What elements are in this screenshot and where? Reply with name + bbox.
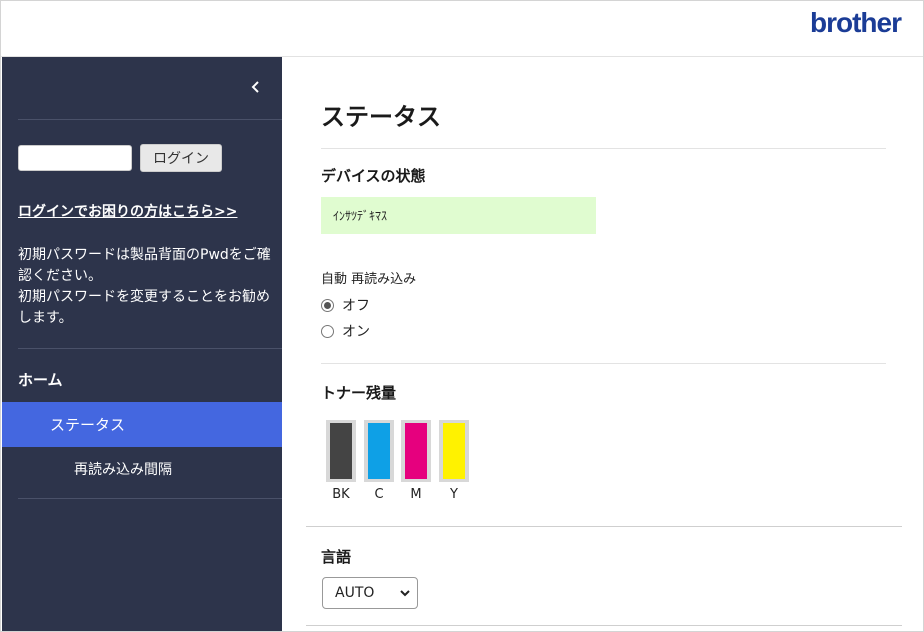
chevron-down-icon [400, 590, 410, 597]
sidebar-item-label: ステータス [50, 416, 126, 434]
radio-label: オン [342, 324, 370, 340]
sidebar: ログイン ログインでお困りの方はこちら>> 初期パスワードは製品背面のPwdをご… [2, 57, 282, 631]
chevron-left-icon [251, 81, 259, 93]
section-divider [321, 148, 886, 149]
sidebar-item-status[interactable]: ステータス [2, 402, 282, 447]
toner-heading: トナー残量 [321, 384, 397, 402]
language-heading: 言語 [321, 548, 352, 566]
auto-reload-off-radio[interactable]: オフ [321, 295, 370, 315]
radio-button-checked[interactable] [321, 298, 334, 312]
sidebar-item-reload-interval[interactable]: 再読み込み間隔 [74, 459, 172, 479]
sidebar-divider [18, 348, 282, 349]
sidebar-item-home[interactable]: ホーム [18, 369, 63, 390]
collapse-sidebar-button[interactable] [244, 75, 268, 99]
toner-bar-bk [326, 420, 356, 482]
toner-label-y: Y [450, 487, 458, 502]
sidebar-divider [18, 119, 282, 120]
notice-line-1: 初期パスワードは製品背面のPwdをご確認ください。 [18, 247, 271, 284]
login-button[interactable]: ログイン [140, 144, 222, 172]
toner-ink-c [368, 423, 390, 479]
brother-logo[interactable]: brother [810, 7, 902, 39]
language-selected-value: AUTO [335, 585, 375, 601]
login-help-link[interactable]: ログインでお困りの方はこちら>> [18, 201, 237, 221]
password-notice: 初期パスワードは製品背面のPwdをご確認ください。 初期パスワードを変更すること… [18, 245, 276, 329]
top-header: brother [1, 1, 923, 57]
page-title: ステータス [321, 103, 441, 131]
section-divider [321, 363, 886, 364]
notice-line-2: 初期パスワードを変更することをお勧めします。 [18, 289, 270, 326]
toner-label-m: M [410, 487, 422, 502]
language-select[interactable]: AUTO [322, 577, 418, 609]
radio-button[interactable] [321, 324, 334, 338]
toner-ink-bk [330, 423, 352, 479]
auto-reload-on-radio[interactable]: オン [321, 321, 370, 341]
toner-bar-c [364, 420, 394, 482]
toner-bar-m [401, 420, 431, 482]
toner-label-bk: BK [332, 487, 350, 502]
main-content: ステータス デバイスの状態 ｲﾝｻﾂﾃﾞｷﾏｽ 自動 再読み込み オフ オン ト… [282, 57, 923, 631]
section-divider [306, 625, 902, 626]
device-status-heading: デバイスの状態 [321, 167, 426, 185]
password-input[interactable] [18, 145, 132, 171]
sidebar-divider [18, 498, 282, 499]
toner-label-c: C [374, 487, 384, 502]
auto-reload-label: 自動 再読み込み [321, 272, 417, 287]
device-status-badge: ｲﾝｻﾂﾃﾞｷﾏｽ [321, 197, 596, 234]
toner-bar-y [439, 420, 469, 482]
radio-label: オフ [342, 298, 370, 314]
toner-ink-y [443, 423, 465, 479]
device-status-value: ｲﾝｻﾂﾃﾞｷﾏｽ [333, 209, 388, 223]
section-divider [306, 526, 902, 527]
printer-web-ui: brother ログイン ログインでお困りの方はこちら>> 初期パスワードは製品… [0, 0, 924, 632]
toner-ink-m [405, 423, 427, 479]
